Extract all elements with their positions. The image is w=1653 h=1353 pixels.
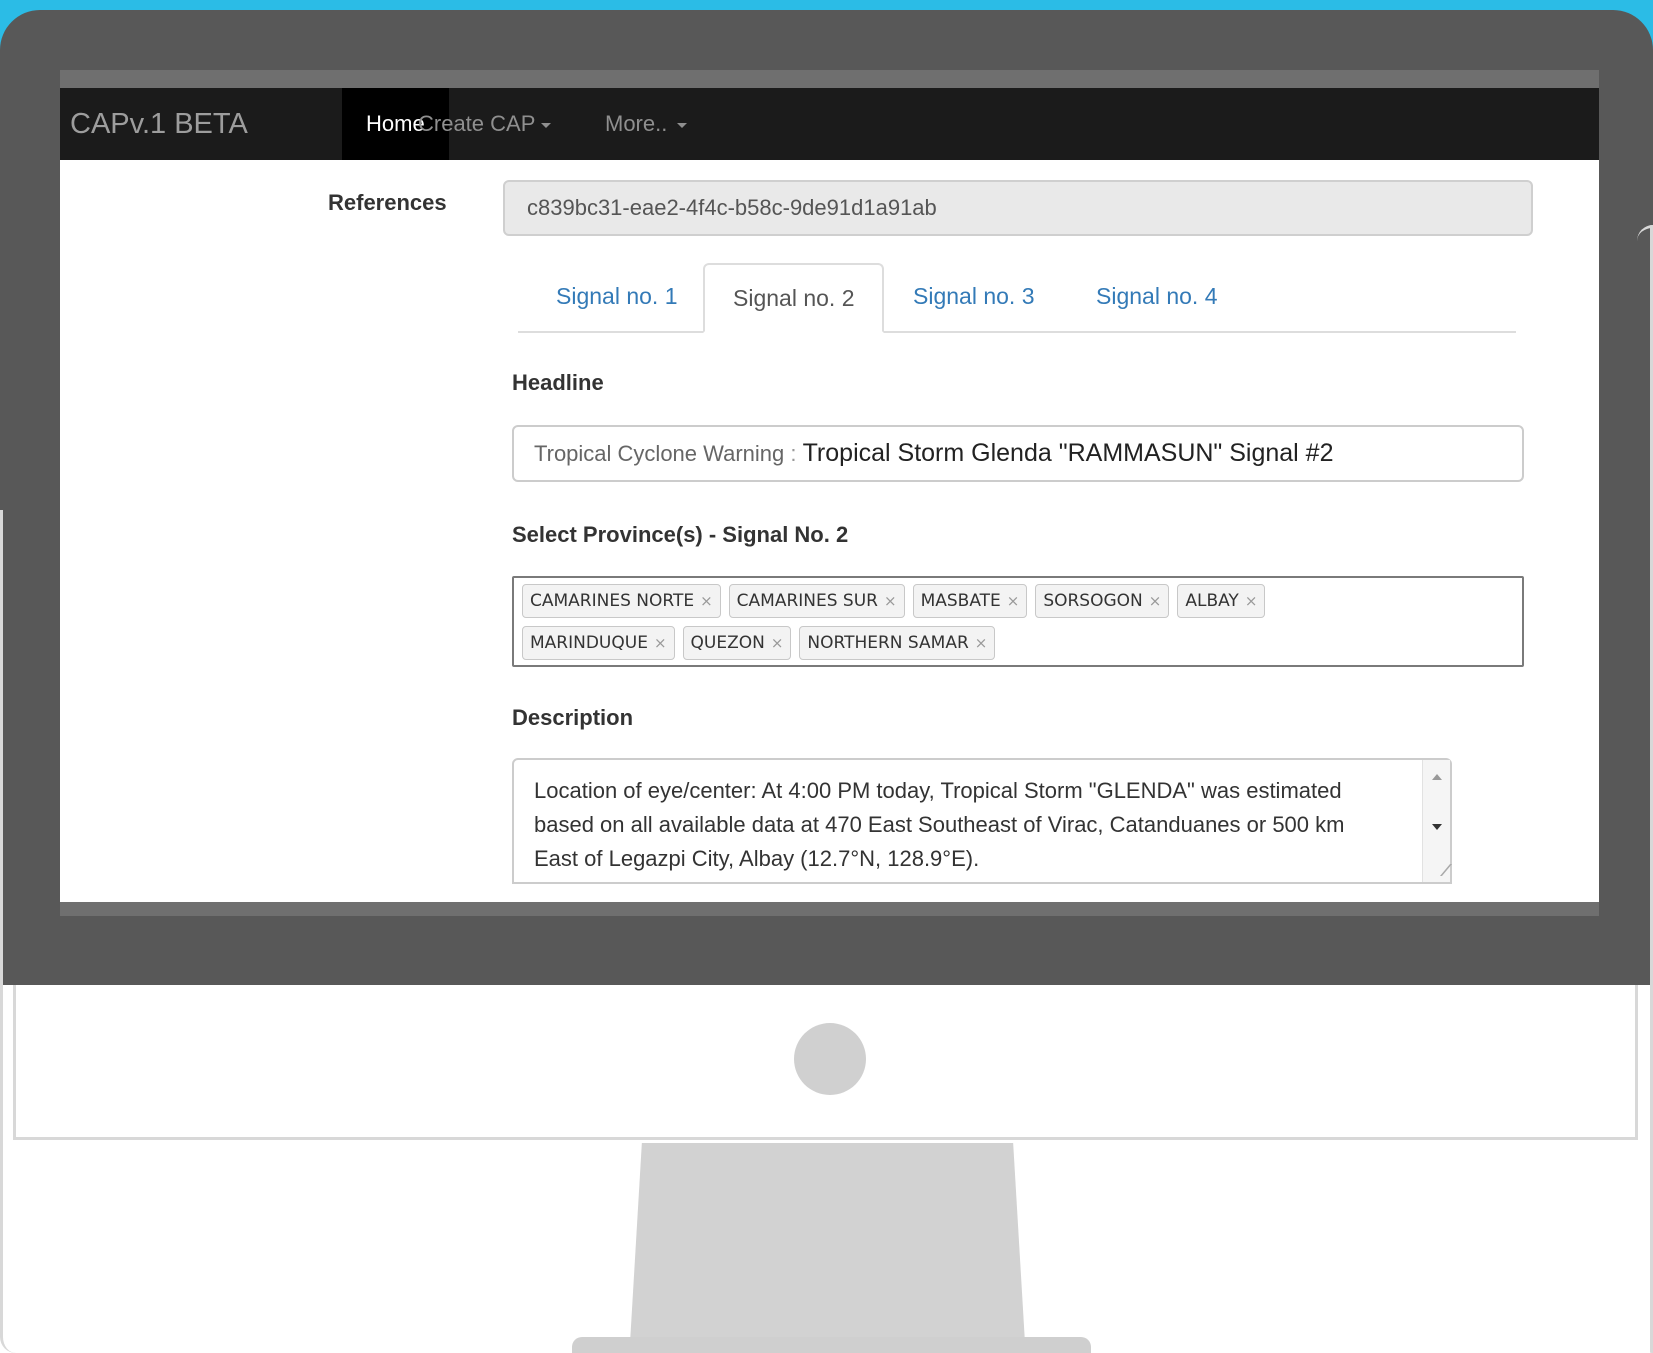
nav-create-cap-label: Create CAP — [418, 111, 536, 136]
remove-icon[interactable]: × — [771, 634, 784, 652]
province-multiselect[interactable]: CAMARINES NORTE × CAMARINES SUR × MASBATE × SO… — [512, 576, 1524, 667]
remove-icon[interactable]: × — [1245, 592, 1258, 610]
description-textarea[interactable]: Location of eye/center: At 4:00 PM today… — [512, 758, 1452, 884]
headline-label: Headline — [512, 370, 604, 395]
scroll-down-icon[interactable] — [1432, 824, 1442, 830]
province-tag: CAMARINES NORTE × — [522, 584, 721, 618]
headline-value: Tropical Storm Glenda "RAMMASUN" Signal … — [802, 439, 1334, 467]
remove-icon[interactable]: × — [884, 592, 897, 610]
references-field: c839bc31-eae2-4f4c-b58c-9de91d1a91ab — [503, 180, 1533, 236]
province-tag-label: ALBAY — [1185, 591, 1239, 611]
province-tag-label: MASBATE — [920, 591, 1001, 611]
remove-icon[interactable]: × — [654, 634, 667, 652]
headline-prefix: Tropical Cyclone Warning — [534, 441, 785, 466]
province-tag: SORSOGON × — [1035, 584, 1170, 618]
province-tag: CAMARINES SUR × — [728, 584, 905, 618]
province-tag-label: CAMARINES NORTE — [530, 591, 695, 611]
nav-more-label: More.. — [605, 111, 668, 136]
monitor-outline-right — [1637, 225, 1653, 1353]
monitor-logo-dot — [794, 1023, 866, 1095]
tab-signal-4[interactable]: Signal no. 4 — [1068, 263, 1245, 333]
tab-signal-3[interactable]: Signal no. 3 — [885, 263, 1062, 333]
top-navbar: CAPv.1 BETA Home Create CAP More.. — [60, 88, 1599, 160]
province-tag: NORTHERN SAMAR × — [799, 626, 996, 660]
province-tag-label: NORTHERN SAMAR — [807, 633, 969, 653]
remove-icon[interactable]: × — [1149, 592, 1162, 610]
monitor-stand-base — [572, 1337, 1091, 1353]
headline-input[interactable]: Tropical Cyclone Warning : Tropical Stor… — [512, 425, 1524, 482]
province-tag-label: SORSOGON — [1043, 591, 1143, 611]
province-tag: MASBATE × — [912, 584, 1028, 618]
monitor-screen: CAPv.1 BETA Home Create CAP More.. Refer… — [60, 70, 1599, 916]
chevron-down-icon — [541, 122, 552, 128]
monitor-stand — [630, 1143, 1025, 1343]
brand-logo[interactable]: CAPv.1 BETA — [70, 88, 248, 160]
nav-more[interactable]: More.. — [605, 88, 688, 160]
province-tag: QUEZON × — [682, 626, 792, 660]
references-label: References — [328, 190, 447, 215]
monitor-outline-left — [0, 510, 16, 1353]
chevron-down-icon — [677, 122, 688, 128]
tab-signal-1[interactable]: Signal no. 1 — [528, 263, 705, 333]
tab-signal-2[interactable]: Signal no. 2 — [703, 263, 885, 333]
scroll-up-icon[interactable] — [1432, 774, 1442, 780]
province-tag-label: QUEZON — [690, 633, 765, 653]
description-label: Description — [512, 705, 634, 730]
remove-icon[interactable]: × — [975, 634, 988, 652]
province-tag-label: CAMARINES SUR — [736, 591, 878, 611]
province-tag: MARINDUQUE × — [522, 626, 675, 660]
headline-separator: : — [784, 441, 803, 466]
province-tag-label: MARINDUQUE — [530, 633, 648, 653]
resize-grip-icon[interactable] — [1429, 864, 1453, 876]
remove-icon[interactable]: × — [1007, 592, 1020, 610]
remove-icon[interactable]: × — [700, 592, 713, 610]
description-scrollbar[interactable] — [1422, 760, 1453, 882]
nav-create-cap[interactable]: Create CAP — [418, 88, 552, 160]
province-tag: ALBAY × — [1177, 584, 1266, 618]
provinces-label: Select Province(s) - Signal No. 2 — [512, 522, 849, 547]
